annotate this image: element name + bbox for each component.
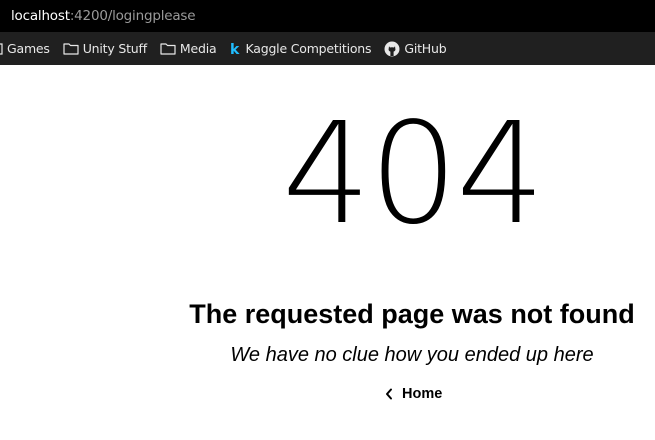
folder-icon xyxy=(0,42,3,56)
bookmark-unity-stuff[interactable]: Unity Stuff xyxy=(63,32,147,65)
error-code: 404 xyxy=(282,93,545,256)
bookmark-label: Unity Stuff xyxy=(82,41,147,56)
svg-text:k: k xyxy=(230,42,240,56)
bookmark-kaggle-competitions[interactable]: k Kaggle Competitions xyxy=(229,32,371,65)
bookmark-github[interactable]: GitHub xyxy=(384,32,447,65)
bookmarks-bar: Games Unity Stuff Media k Kaggle Competi… xyxy=(0,32,655,65)
github-icon xyxy=(384,41,400,57)
url-host: localhost xyxy=(11,8,70,24)
bookmark-media[interactable]: Media xyxy=(160,32,217,65)
bookmark-label: Kaggle Competitions xyxy=(245,41,372,56)
bookmark-games[interactable]: Games xyxy=(0,32,50,65)
home-label: Home xyxy=(402,386,443,402)
kaggle-icon: k xyxy=(229,41,241,56)
url-path: :4200/logingplease xyxy=(69,8,196,24)
address-bar[interactable]: localhost:4200/logingplease xyxy=(0,0,655,32)
chevron-left-icon xyxy=(385,388,393,400)
bookmark-label: Media xyxy=(179,41,217,56)
bookmark-label: Games xyxy=(7,41,50,56)
not-found-page: 404 The requested page was not found We … xyxy=(0,65,655,440)
page-subtitle: We have no clue how you ended up here xyxy=(230,344,594,366)
page-title: The requested page was not found xyxy=(189,299,635,329)
bookmark-label: GitHub xyxy=(404,41,447,56)
folder-icon xyxy=(160,42,176,55)
home-link[interactable]: Home xyxy=(385,383,442,405)
folder-icon xyxy=(63,42,79,55)
